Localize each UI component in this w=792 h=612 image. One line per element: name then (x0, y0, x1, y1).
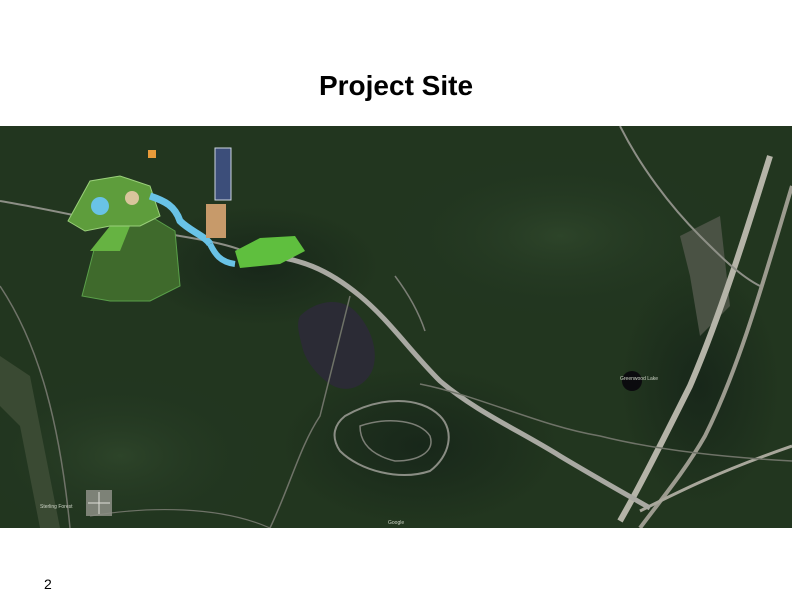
satellite-map[interactable]: Greenwood Lake Sterling Forest Google (0, 126, 792, 528)
solar-array (214, 147, 232, 201)
building (125, 191, 139, 205)
map-watermark: Google (388, 520, 404, 526)
building-cluster (206, 204, 226, 238)
page-title: Project Site (318, 70, 474, 101)
forest-patch (280, 366, 560, 526)
map-label-greenwood-lake: Greenwood Lake (620, 376, 658, 382)
map-canvas: Greenwood Lake Sterling Forest Google (0, 126, 792, 528)
pool (91, 197, 109, 215)
structure (148, 150, 156, 158)
page-number: 2 (44, 576, 52, 592)
map-label-sterling-forest: Sterling Forest (40, 504, 73, 510)
